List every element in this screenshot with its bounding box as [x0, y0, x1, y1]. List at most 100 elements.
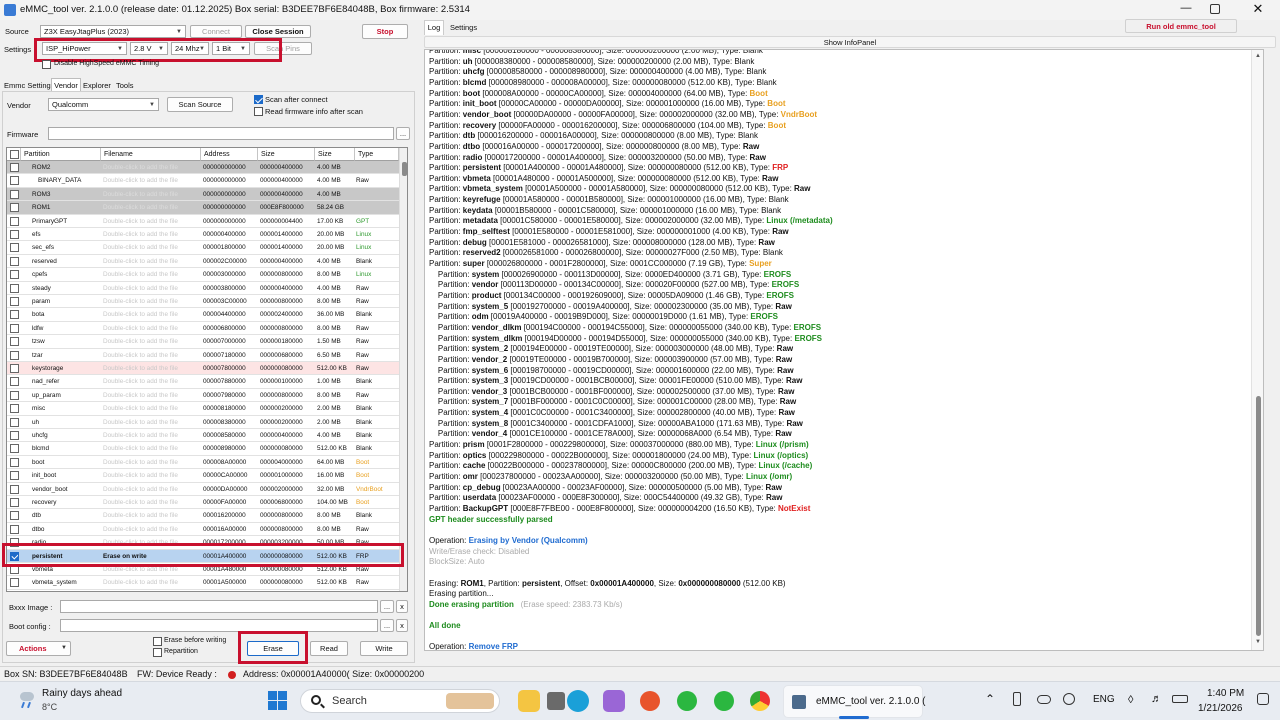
battery-icon[interactable] [1172, 695, 1188, 703]
scan-after-connect-checkbox[interactable] [254, 95, 263, 104]
write-button[interactable]: Write [360, 641, 408, 656]
row-checkbox[interactable] [10, 524, 19, 534]
row-checkbox[interactable] [10, 216, 19, 226]
clock-date[interactable]: 1/21/2026 [1198, 703, 1243, 714]
table-row[interactable]: param Double-click to add the file 000003C… [7, 295, 399, 309]
table-row[interactable]: dtbo Double-click to add the file 000016A0… [7, 523, 399, 537]
mode-select[interactable]: ISP_HiPower ▼ [42, 42, 127, 55]
table-row[interactable]: tzsw Double-click to add the file 00000700… [7, 335, 399, 349]
voltage-select[interactable]: 2.8 V ▼ [130, 42, 168, 55]
row-checkbox[interactable] [10, 444, 19, 454]
row-checkbox[interactable] [10, 457, 19, 467]
sync-icon[interactable] [1063, 693, 1075, 705]
repartition-checkbox[interactable] [153, 648, 162, 657]
row-checkbox[interactable] [10, 565, 19, 574]
row-checkbox[interactable] [10, 551, 19, 561]
table-row[interactable]: blcmd Double-click to add the file 0000089… [7, 442, 399, 456]
boot-config-browse-button[interactable]: ... [380, 619, 394, 632]
row-checkbox[interactable] [10, 484, 19, 494]
scan-source-button[interactable]: Scan Source [167, 97, 233, 112]
table-row[interactable]: uhcfg Double-click to add the file 0000085… [7, 429, 399, 443]
table-row[interactable]: ROM3 Double-click to add the file 00000000… [7, 187, 399, 202]
table-row[interactable]: recovery Double-click to add the file 0000… [7, 496, 399, 510]
table-row[interactable]: cpefs Double-click to add the file 0000030… [7, 268, 399, 282]
row-checkbox[interactable] [10, 163, 19, 172]
row-checkbox[interactable] [10, 538, 19, 548]
bus-width-select[interactable]: 1 Bit ▼ [212, 42, 250, 55]
tab-emmc-settings[interactable]: Emmc Settings [4, 81, 54, 90]
tab-vendor[interactable]: Vendor [51, 78, 81, 92]
row-checkbox[interactable] [10, 297, 19, 306]
table-row[interactable]: steady Double-click to add the file 000003… [7, 282, 399, 295]
bxxx-clear-button[interactable]: x [396, 600, 408, 613]
table-row[interactable]: efs Double-click to add the file 000000400… [7, 228, 399, 242]
close-icon[interactable]: ✕ [1248, 1, 1268, 17]
table-row[interactable]: uh Double-click to add the file 0000083800… [7, 416, 399, 429]
scroll-down-icon[interactable]: ▼ [1255, 639, 1261, 645]
log-scrollbar-thumb[interactable] [1256, 396, 1261, 636]
tab-tools[interactable]: Tools [116, 81, 134, 90]
table-row[interactable]: radio Double-click to add the file 0000172… [7, 536, 399, 550]
boot-config-clear-button[interactable]: x [396, 619, 408, 632]
header-select-all[interactable] [7, 148, 21, 161]
scan-pins-button[interactable]: Scan Pins [254, 42, 312, 55]
weather-title[interactable]: Rainy days ahead [42, 688, 122, 699]
actions-button[interactable]: Actions ▼ [6, 641, 71, 656]
table-row[interactable]: reserved Double-click to add the file 0000… [7, 255, 399, 269]
row-checkbox[interactable] [10, 243, 19, 253]
bxxx-browse-button[interactable]: ... [380, 600, 394, 613]
wifi-icon[interactable]: ◊ [1128, 694, 1133, 706]
chevron-up-icon[interactable]: ⌃ [985, 692, 995, 706]
table-row[interactable]: nad_refer Double-click to add the file 000… [7, 375, 399, 389]
search-box[interactable]: Search [300, 689, 500, 713]
edge-icon[interactable] [567, 690, 589, 712]
tab-explorer[interactable]: Explorer [83, 81, 111, 90]
header-type[interactable]: Type [355, 148, 399, 161]
stop-button[interactable]: Stop [362, 24, 408, 39]
select-all-checkbox[interactable] [10, 150, 19, 159]
table-row[interactable]: ROM1 Double-click to add the file 00000000… [7, 201, 399, 215]
tab-log[interactable]: Log [424, 20, 444, 35]
row-checkbox[interactable] [10, 323, 19, 333]
table-row[interactable]: misc Double-click to add the file 00000818… [7, 402, 399, 416]
table-row[interactable]: keyrefugeDouble-click to add the file000… [7, 590, 399, 591]
table-row[interactable]: ROM2 Double-click to add the file 00000000… [7, 161, 399, 175]
table-row[interactable]: ldfw Double-click to add the file 00000680… [7, 322, 399, 336]
whatsapp-business-icon[interactable] [714, 691, 734, 711]
table-row[interactable]: persistent Erase on write 00001A400000 0000… [7, 549, 399, 563]
row-checkbox[interactable] [10, 230, 19, 239]
table-row[interactable]: vbmeta_system Double-click to add the fil… [7, 576, 399, 590]
whatsapp-icon[interactable] [677, 691, 697, 711]
row-checkbox[interactable] [10, 337, 19, 347]
row-checkbox[interactable] [10, 203, 19, 213]
boot-config-input[interactable] [60, 619, 378, 632]
vendor-select[interactable]: Qualcomm ▼ [48, 98, 159, 111]
notifications-icon[interactable] [1257, 693, 1269, 705]
row-checkbox[interactable] [10, 176, 19, 186]
grid-scrollbar[interactable] [399, 148, 407, 591]
table-row[interactable]: bota Double-click to add the file 00000440… [7, 308, 399, 322]
row-checkbox[interactable] [10, 471, 19, 481]
clock-time[interactable]: 1:40 PM [1207, 688, 1244, 699]
language-indicator[interactable]: ENG [1093, 694, 1115, 705]
frequency-select[interactable]: 24 Mhz ▼ [171, 42, 209, 55]
show-infopanel-button[interactable]: Show InfoPanel [424, 36, 1276, 48]
log-scrollbar[interactable]: ▲ ▼ [1251, 50, 1263, 650]
header-filename[interactable]: Filename [101, 148, 201, 161]
row-checkbox[interactable] [10, 310, 19, 320]
row-checkbox[interactable] [10, 377, 19, 387]
table-row[interactable]: BINARY_DATA Double-click to add the file 0… [7, 174, 399, 188]
active-app-button[interactable]: eMMC_tool ver. 2.1.0.0 ( [783, 685, 926, 719]
scroll-up-icon[interactable]: ▲ [1255, 53, 1261, 59]
firefox-icon[interactable] [640, 691, 660, 711]
run-old-emmc-tool-button[interactable]: Run old emmc_tool [1125, 19, 1237, 33]
row-checkbox[interactable] [10, 189, 19, 199]
table-row[interactable]: PrimaryGPT Double-click to add the file 00… [7, 215, 399, 228]
row-checkbox[interactable] [10, 270, 19, 280]
read-button[interactable]: Read [310, 641, 348, 656]
disable-highspeed-checkbox[interactable] [42, 60, 51, 69]
table-row[interactable]: keystorage Double-click to add the file 00… [7, 362, 399, 376]
row-checkbox[interactable] [10, 364, 19, 373]
row-checkbox[interactable] [10, 498, 19, 507]
firmware-input[interactable] [48, 127, 394, 140]
